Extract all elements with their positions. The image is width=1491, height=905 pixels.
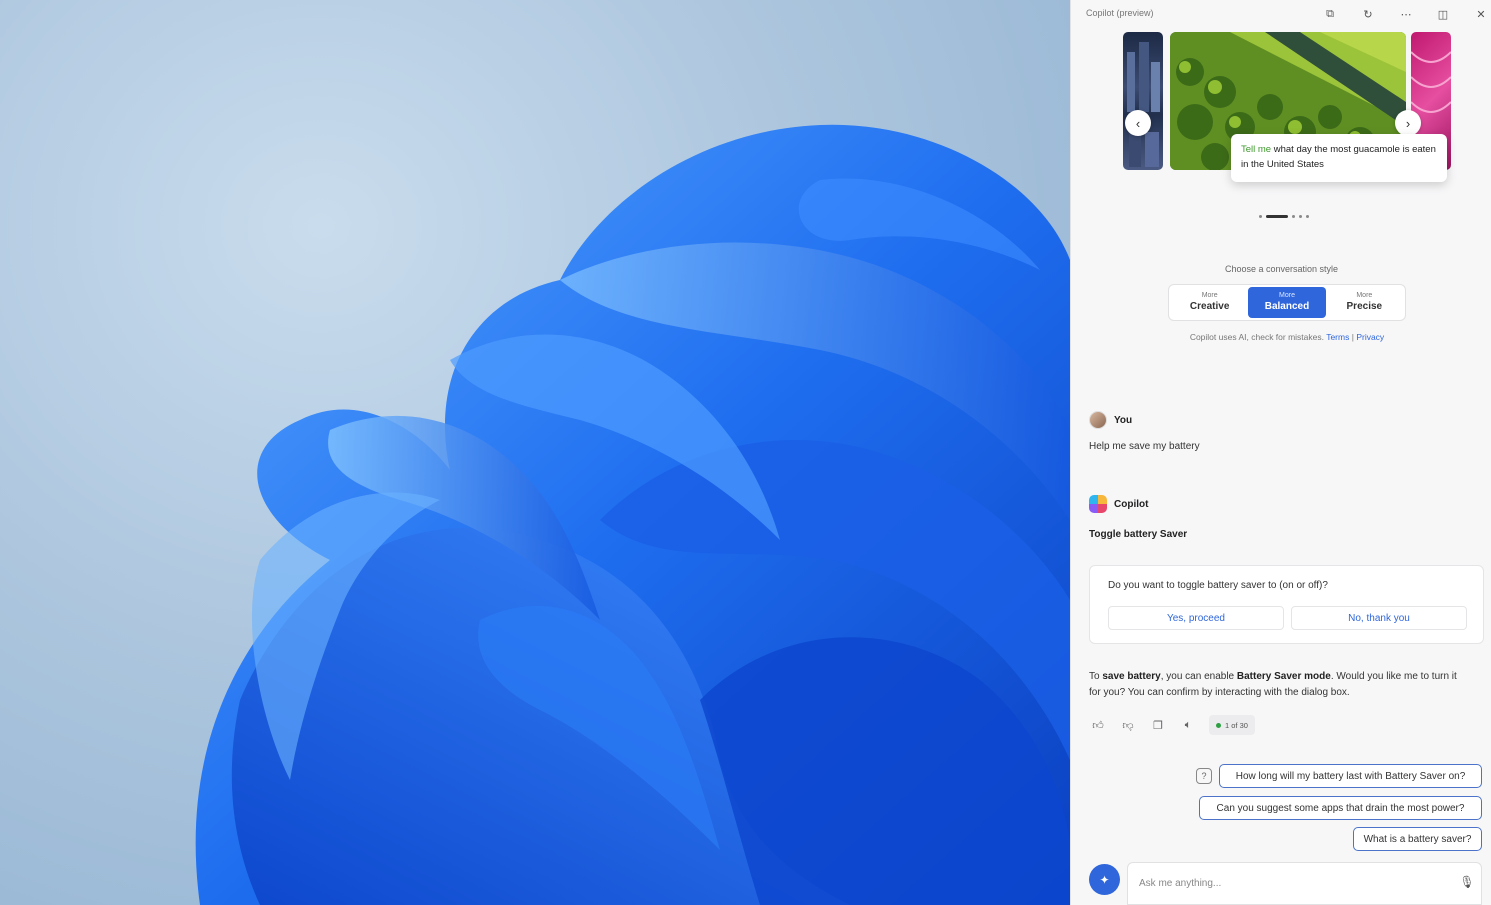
caption-highlight: Tell me (1241, 144, 1272, 155)
chat-input[interactable] (1139, 874, 1439, 892)
thumbs-down-icon[interactable]: 👎︎ (1119, 716, 1137, 734)
carousel-caption[interactable]: Tell me what day the most guacamole is e… (1231, 134, 1447, 182)
carousel-prev-button[interactable]: ‹ (1125, 110, 1151, 136)
suggestion-chip[interactable]: How long will my battery last with Batte… (1219, 764, 1482, 788)
desktop-wallpaper (0, 0, 1070, 905)
style-precise-button[interactable]: More Precise (1326, 287, 1403, 318)
pagination-dot-active[interactable] (1266, 215, 1288, 218)
carousel-card-previous[interactable] (1123, 32, 1163, 170)
action-title: Toggle battery Saver (1089, 529, 1188, 540)
carousel-next-button[interactable]: › (1395, 110, 1421, 136)
pagination-dot[interactable] (1292, 215, 1295, 218)
copilot-answer-text: To save battery, you can enable Battery … (1089, 671, 1457, 698)
panel-title: Copilot (preview) (1086, 8, 1154, 18)
conversation-style-selector: More Creative More Balanced More Precise (1168, 284, 1406, 321)
status-dot-icon (1216, 722, 1221, 728)
new-topic-icon: ✦ (1099, 872, 1110, 887)
no-thank-you-button[interactable]: No, thank you (1291, 606, 1467, 630)
new-topic-button[interactable]: ✦ (1089, 864, 1120, 895)
more-icon[interactable]: ⋯ (1395, 4, 1417, 24)
pagination-dot[interactable] (1299, 215, 1302, 218)
style-balanced-button[interactable]: More Balanced (1248, 287, 1326, 318)
dialog-question: Do you want to toggle battery saver to (… (1108, 580, 1328, 591)
copilot-logo-icon (1089, 495, 1107, 513)
copilot-author: Copilot (1114, 498, 1149, 510)
dock-icon[interactable]: ◫ (1432, 4, 1454, 24)
battery-saver-dialog: Do you want to toggle battery saver to (… (1089, 565, 1484, 644)
conversation-style-label: Choose a conversation style (1224, 264, 1339, 274)
refresh-icon[interactable]: ↻ (1357, 4, 1379, 24)
response-counter: 1 of 30 (1209, 715, 1255, 735)
city-image (1127, 42, 1160, 167)
user-message-text: Help me save my battery (1089, 441, 1200, 452)
close-icon[interactable]: ✕ (1470, 4, 1491, 24)
suggestion-chip[interactable]: What is a battery saver? (1353, 827, 1482, 851)
suggestion-carousel: ‹ › Tell me what day the most guacamole … (1123, 32, 1451, 182)
suggestion-help-icon: ? (1196, 768, 1212, 784)
user-message-header: You (1089, 411, 1132, 429)
bloom-wallpaper-graphic (195, 124, 1070, 905)
panel-titlebar: Copilot (preview) ⧉ ↻ ⋯ ◫ ✕ (1071, 0, 1491, 28)
microphone-icon[interactable]: 🎙︎ (1459, 873, 1474, 891)
chevron-left-icon: ‹ (1135, 115, 1141, 131)
yes-proceed-button[interactable]: Yes, proceed (1108, 606, 1284, 630)
terms-link[interactable]: Terms (1326, 332, 1349, 342)
copilot-message-header: Copilot (1089, 495, 1148, 513)
privacy-link[interactable]: Privacy (1356, 332, 1384, 342)
suggestion-chip[interactable]: Can you suggest some apps that drain the… (1199, 796, 1482, 820)
carousel-pagination (1259, 215, 1309, 218)
caption-text: what day the most guacamole is eaten in … (1241, 144, 1436, 170)
chat-input-box: 🎙︎ (1127, 862, 1482, 905)
copilot-panel: Copilot (preview) ⧉ ↻ ⋯ ◫ ✕ ‹ › Tell me … (1070, 0, 1491, 905)
pagination-dot[interactable] (1259, 215, 1262, 218)
pagination-dot[interactable] (1306, 215, 1309, 218)
open-external-icon[interactable]: ⧉ (1319, 4, 1341, 24)
style-creative-button[interactable]: More Creative (1171, 287, 1248, 318)
speaker-icon[interactable]: 🔈︎ (1179, 716, 1197, 734)
message-actions: 👍︎ 👎︎ ❐ 🔈︎ 1 of 30 (1089, 715, 1255, 735)
user-author: You (1114, 414, 1133, 426)
copy-icon[interactable]: ❐ (1149, 716, 1167, 734)
ai-disclaimer: Copilot uses AI, check for mistakes. Ter… (1189, 332, 1385, 342)
user-avatar (1089, 411, 1107, 429)
thumbs-up-icon[interactable]: 👍︎ (1089, 716, 1107, 734)
chevron-right-icon: › (1405, 115, 1411, 131)
